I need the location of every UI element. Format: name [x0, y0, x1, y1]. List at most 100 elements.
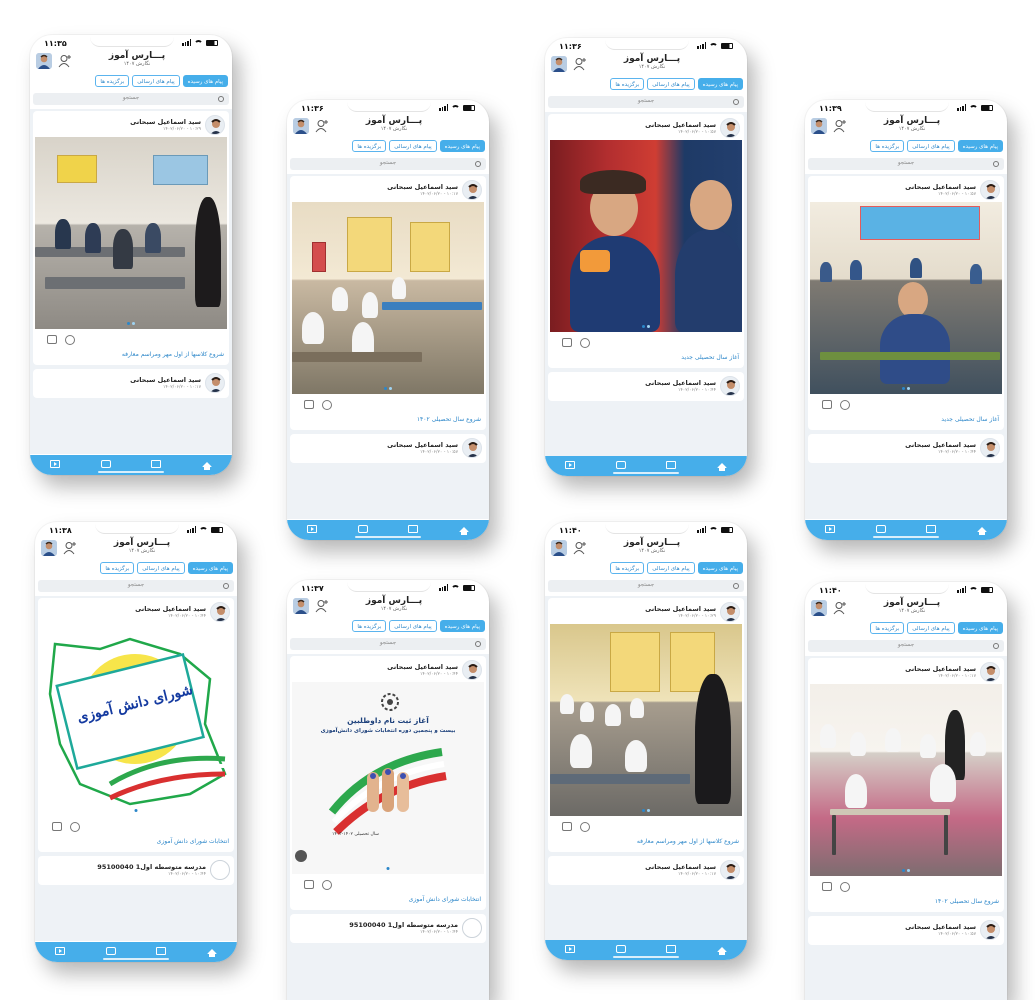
message-photo[interactable] — [35, 137, 227, 329]
carousel-dots[interactable] — [127, 322, 135, 325]
comment-icon[interactable] — [70, 822, 80, 832]
mail-icon[interactable] — [666, 461, 677, 469]
profile-avatar[interactable] — [36, 53, 52, 69]
tab-favorites[interactable]: برگزیده ها — [352, 140, 387, 152]
message-photo[interactable]: آغاز ثبت نام داوطلبین بیست و پنجمین دوره… — [292, 682, 484, 874]
monitor-icon[interactable] — [304, 880, 314, 889]
tab-received[interactable]: پیام های رسیده — [439, 140, 485, 152]
checklist-icon[interactable] — [615, 461, 626, 469]
add-person-icon[interactable] — [573, 541, 587, 555]
message-photo[interactable] — [550, 624, 742, 816]
search-input[interactable]: جستجو — [290, 158, 486, 170]
search-input[interactable]: جستجو — [808, 640, 1004, 652]
tab-favorites[interactable]: برگزیده ها — [100, 562, 135, 574]
message-card[interactable]: سید اسماعیل سبحانی ۱۴۰۲/۰۶/۲۰ - ۱۰:۲۹ شر… — [33, 111, 229, 365]
monitor-icon[interactable] — [562, 822, 572, 831]
carousel-dots[interactable] — [642, 325, 650, 328]
search-input[interactable]: جستجو — [38, 580, 234, 592]
monitor-icon[interactable] — [52, 822, 62, 831]
carousel-dots[interactable] — [902, 869, 910, 872]
message-card[interactable]: سید اسماعیل سبحانی ۱۴۰۲/۰۶/۲۰ - ۱۰:۵۷ — [808, 916, 1004, 945]
tab-sent[interactable]: پیام های ارسالی — [137, 562, 185, 574]
video-icon[interactable] — [55, 947, 66, 955]
tab-received[interactable]: پیام های رسیده — [697, 562, 743, 574]
mail-icon[interactable] — [926, 525, 937, 533]
message-photo[interactable] — [810, 202, 1002, 394]
tab-sent[interactable]: پیام های ارسالی — [132, 75, 180, 87]
add-person-icon[interactable] — [315, 119, 329, 133]
video-icon[interactable] — [50, 460, 61, 468]
tab-sent[interactable]: پیام های ارسالی — [907, 140, 955, 152]
tab-sent[interactable]: پیام های ارسالی — [907, 622, 955, 634]
tab-received[interactable]: پیام های رسیده — [697, 78, 743, 90]
home-icon[interactable] — [716, 946, 727, 955]
tab-favorites[interactable]: برگزیده ها — [95, 75, 130, 87]
tab-received[interactable]: پیام های رسیده — [957, 140, 1003, 152]
search-input[interactable]: جستجو — [548, 96, 744, 108]
message-card[interactable]: سید اسماعیل سبحانی ۱۴۰۲/۰۶/۲۰ - ۱۰:۴۴ — [548, 372, 744, 401]
message-card[interactable]: سید اسماعیل سبحانی ۱۴۰۲/۰۶/۲۰ - ۱۰:۱۷ — [808, 658, 1004, 912]
profile-avatar[interactable] — [293, 598, 309, 614]
message-card[interactable]: سید اسماعیل سبحانی ۱۴۰۲/۰۶/۲۰ - ۱۰:۴۴ شو… — [38, 598, 234, 852]
profile-avatar[interactable] — [811, 118, 827, 134]
message-photo[interactable] — [550, 140, 742, 332]
carousel-dots[interactable] — [902, 387, 910, 390]
search-input[interactable]: جستجو — [290, 638, 486, 650]
tab-received[interactable]: پیام های رسیده — [187, 562, 233, 574]
comment-icon[interactable] — [580, 822, 590, 832]
checklist-icon[interactable] — [105, 947, 116, 955]
profile-avatar[interactable] — [551, 540, 567, 556]
message-card[interactable]: 95100040 مدرسه متوسطه اول1 ۱۴۰۲/۰۶/۲۰ - … — [290, 914, 486, 943]
monitor-icon[interactable] — [562, 338, 572, 347]
mail-icon[interactable] — [666, 945, 677, 953]
checklist-icon[interactable] — [875, 525, 886, 533]
tab-received[interactable]: پیام های رسیده — [957, 622, 1003, 634]
tab-received[interactable]: پیام های رسیده — [439, 620, 485, 632]
message-card[interactable]: سید اسماعیل سبحانی ۱۴۰۲/۰۶/۲۰ - ۱۰:۵۷ — [290, 434, 486, 463]
search-input[interactable]: جستجو — [808, 158, 1004, 170]
profile-avatar[interactable] — [293, 118, 309, 134]
comment-icon[interactable] — [65, 335, 75, 345]
add-person-icon[interactable] — [573, 57, 587, 71]
add-person-icon[interactable] — [315, 599, 329, 613]
tab-favorites[interactable]: برگزیده ها — [870, 622, 905, 634]
add-person-icon[interactable] — [58, 54, 72, 68]
comment-icon[interactable] — [322, 400, 332, 410]
message-card[interactable]: سید اسماعیل سبحانی ۱۴۰۲/۰۶/۲۰ - ۱۰:۱۷ — [548, 856, 744, 885]
tab-favorites[interactable]: برگزیده ها — [610, 562, 645, 574]
carousel-dots[interactable] — [386, 867, 390, 870]
carousel-dots[interactable] — [642, 809, 650, 812]
tab-favorites[interactable]: برگزیده ها — [352, 620, 387, 632]
monitor-icon[interactable] — [304, 400, 314, 409]
monitor-icon[interactable] — [47, 335, 57, 344]
message-card[interactable]: سید اسماعیل سبحانی ۱۴۰۲/۰۶/۲۰ - ۱۰:۵۷ آغ… — [808, 176, 1004, 430]
carousel-dots[interactable] — [384, 387, 392, 390]
tab-favorites[interactable]: برگزیده ها — [870, 140, 905, 152]
comment-icon[interactable] — [580, 338, 590, 348]
message-photo[interactable]: شورای دانش آموزی — [40, 624, 232, 816]
search-input[interactable]: جستجو — [33, 93, 229, 105]
video-icon[interactable] — [565, 461, 576, 469]
add-person-icon[interactable] — [833, 601, 847, 615]
tab-sent[interactable]: پیام های ارسالی — [389, 620, 437, 632]
mail-icon[interactable] — [151, 460, 162, 468]
add-person-icon[interactable] — [833, 119, 847, 133]
tab-sent[interactable]: پیام های ارسالی — [389, 140, 437, 152]
tab-sent[interactable]: پیام های ارسالی — [647, 78, 695, 90]
home-icon[interactable] — [458, 526, 469, 535]
tab-favorites[interactable]: برگزیده ها — [610, 78, 645, 90]
comment-icon[interactable] — [322, 880, 332, 890]
video-icon[interactable] — [565, 945, 576, 953]
message-card[interactable]: سید اسماعیل سبحانی ۱۴۰۲/۰۶/۲۰ - ۱۰:۴۴ — [808, 434, 1004, 463]
profile-avatar[interactable] — [811, 600, 827, 616]
message-card[interactable]: سید اسماعیل سبحانی ۱۴۰۲/۰۶/۲۰ - ۱۰:۴۴ آغ… — [290, 656, 486, 910]
message-card[interactable]: سید اسماعیل سبحانی ۱۴۰۲/۰۶/۲۰ - ۱۰:۵۷ آغ… — [548, 114, 744, 368]
checklist-icon[interactable] — [357, 525, 368, 533]
monitor-icon[interactable] — [822, 400, 832, 409]
message-photo[interactable] — [292, 202, 484, 394]
message-card[interactable]: 95100040 مدرسه متوسطه اول1 ۱۴۰۲/۰۶/۲۰ - … — [38, 856, 234, 885]
home-icon[interactable] — [716, 462, 727, 471]
message-photo[interactable] — [810, 684, 1002, 876]
video-icon[interactable] — [307, 525, 318, 533]
carousel-dots[interactable] — [134, 809, 138, 812]
